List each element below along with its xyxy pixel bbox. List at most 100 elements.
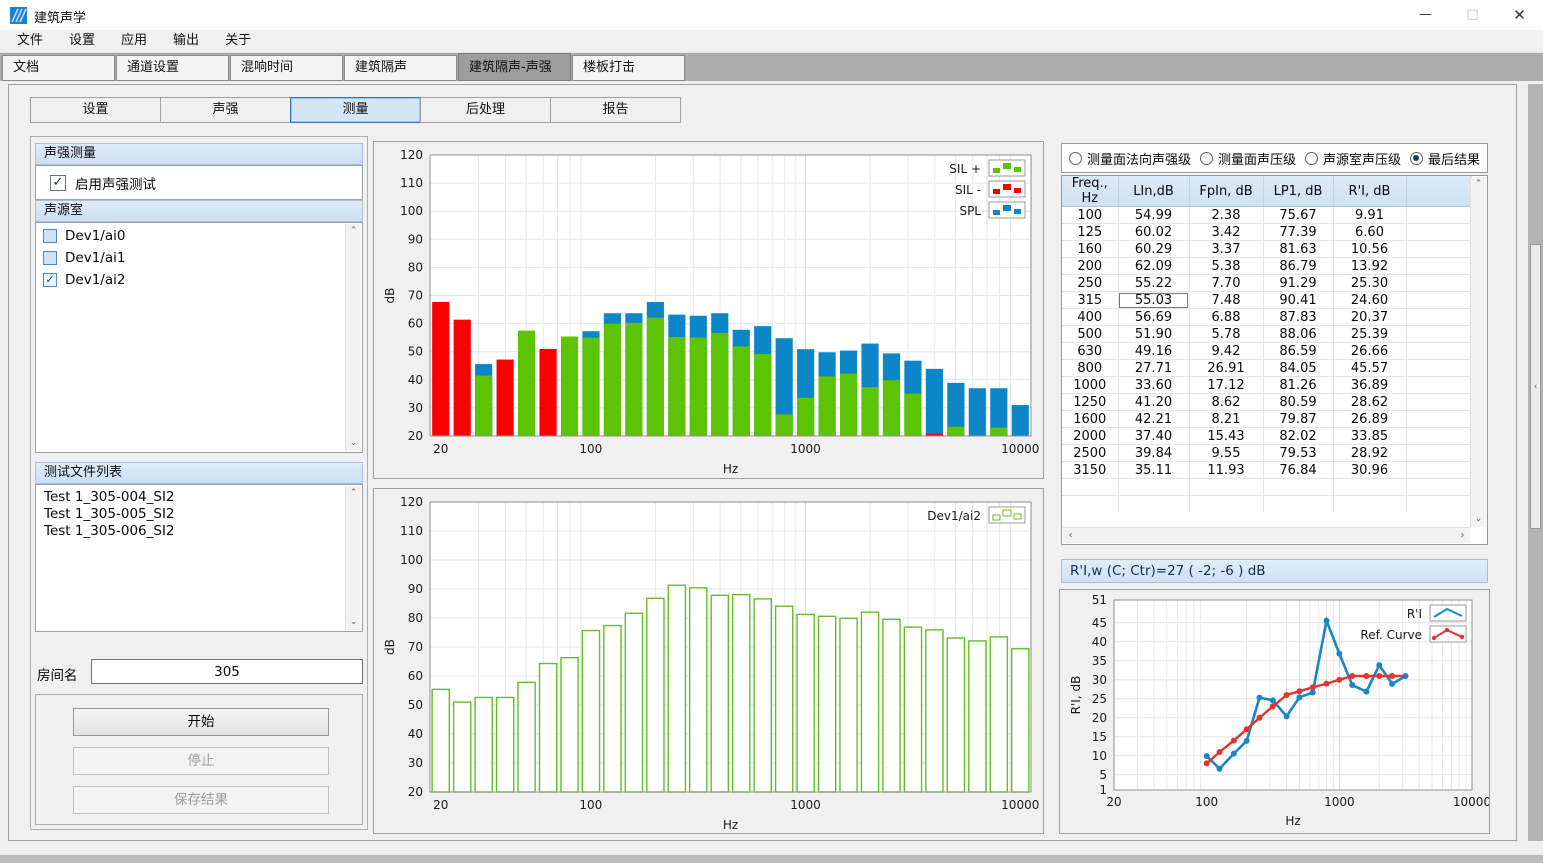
radio-icon[interactable] (1410, 152, 1423, 165)
table-cell[interactable]: 5.38 (1189, 258, 1263, 275)
table-cell[interactable]: 24.60 (1333, 292, 1406, 309)
table-cell[interactable] (1406, 360, 1471, 377)
table-cell[interactable]: 33.60 (1118, 377, 1189, 394)
scroll-up-icon[interactable]: ⌃ (1471, 177, 1486, 192)
table-cell[interactable]: 6.60 (1333, 224, 1406, 241)
table-cell[interactable]: 250 (1062, 275, 1118, 292)
table-cell[interactable]: 79.87 (1263, 411, 1333, 428)
table-row[interactable]: 200037.4015.4382.0233.85 (1062, 428, 1471, 445)
menu-item-4[interactable]: 关于 (212, 30, 264, 52)
close-button[interactable]: ✕ (1496, 0, 1543, 30)
main-tab-3[interactable]: 建筑隔声 (344, 55, 457, 81)
table-cell[interactable]: 77.39 (1263, 224, 1333, 241)
table-row[interactable]: 160042.218.2179.8726.89 (1062, 411, 1471, 428)
table-cell[interactable]: 87.83 (1263, 309, 1333, 326)
scroll-down-icon[interactable]: ⌄ (346, 436, 361, 451)
table-cell[interactable]: 26.66 (1333, 343, 1406, 360)
table-cell[interactable]: 79.53 (1263, 445, 1333, 462)
sub-tab-1[interactable]: 声强 (160, 97, 291, 123)
table-cell[interactable]: 315 (1062, 292, 1118, 309)
enable-intensity-row[interactable]: ✓ 启用声强测试 (35, 165, 363, 200)
table-horizontal-scrollbar[interactable]: ‹ › (1063, 527, 1470, 543)
scroll-up-icon[interactable]: ⌃ (346, 224, 361, 239)
table-cell[interactable]: 33.85 (1333, 428, 1406, 445)
test-file-list[interactable]: Test 1_305-004_SI2Test 1_305-005_SI2Test… (35, 484, 363, 632)
table-cell[interactable] (1406, 292, 1471, 309)
menu-item-0[interactable]: 文件 (4, 30, 56, 52)
table-cell[interactable] (1406, 326, 1471, 343)
scroll-down-icon[interactable]: ⌄ (1471, 512, 1486, 527)
file-list-scrollbar[interactable]: ⌃ ⌄ (345, 486, 361, 630)
table-cell[interactable]: 30.96 (1333, 462, 1406, 479)
table-cell[interactable] (1406, 275, 1471, 292)
table-cell[interactable] (1406, 377, 1471, 394)
table-cell[interactable]: 84.05 (1263, 360, 1333, 377)
table-cell[interactable]: 200 (1062, 258, 1118, 275)
table-cell[interactable]: 45.57 (1333, 360, 1406, 377)
table-cell[interactable]: 86.79 (1263, 258, 1333, 275)
channel-item-1[interactable]: Dev1/ai1 (43, 248, 362, 267)
table-cell[interactable]: 60.02 (1118, 224, 1189, 241)
table-cell[interactable]: 39.84 (1118, 445, 1189, 462)
channel-item-0[interactable]: Dev1/ai0 (43, 226, 362, 245)
radio-option-2[interactable]: 声源室声压级 (1305, 149, 1401, 168)
table-cell[interactable]: 25.30 (1333, 275, 1406, 292)
table-cell[interactable]: 90.41 (1263, 292, 1333, 309)
sub-tab-0[interactable]: 设置 (30, 97, 161, 123)
sub-tab-2[interactable]: 测量 (290, 97, 421, 123)
table-cell[interactable]: 51.90 (1118, 326, 1189, 343)
table-cell[interactable]: 54.99 (1118, 207, 1189, 224)
save-results-button[interactable]: 保存结果 (73, 786, 329, 814)
table-cell[interactable]: 76.84 (1263, 462, 1333, 479)
table-cell[interactable] (1406, 445, 1471, 462)
table-cell[interactable] (1406, 411, 1471, 428)
table-cell[interactable]: 88.06 (1263, 326, 1333, 343)
table-cell[interactable]: 60.29 (1118, 241, 1189, 258)
table-row[interactable]: 315035.1111.9376.8430.96 (1062, 462, 1471, 479)
table-cell[interactable]: 10.56 (1333, 241, 1406, 258)
table-cell[interactable]: 630 (1062, 343, 1118, 360)
table-cell[interactable]: 25.39 (1333, 326, 1406, 343)
table-cell[interactable]: 26.91 (1189, 360, 1263, 377)
scroll-down-icon[interactable]: ⌄ (346, 615, 361, 630)
table-cell[interactable]: 27.71 (1118, 360, 1189, 377)
sub-tab-4[interactable]: 报告 (550, 97, 681, 123)
table-cell[interactable]: 3150 (1062, 462, 1118, 479)
table-cell[interactable]: 91.29 (1263, 275, 1333, 292)
table-cell[interactable]: 3.42 (1189, 224, 1263, 241)
source-room-channel-list[interactable]: Dev1/ai0 Dev1/ai1 ✓ Dev1/ai2 ⌃ ⌄ (35, 222, 363, 453)
table-cell[interactable]: 8.21 (1189, 411, 1263, 428)
table-cell[interactable]: 2000 (1062, 428, 1118, 445)
table-cell[interactable]: 400 (1062, 309, 1118, 326)
table-cell[interactable]: 3.37 (1189, 241, 1263, 258)
table-cell[interactable]: 7.70 (1189, 275, 1263, 292)
table-cell[interactable]: 49.16 (1118, 343, 1189, 360)
table-cell[interactable]: 9.42 (1189, 343, 1263, 360)
table-cell[interactable]: 82.02 (1263, 428, 1333, 445)
table-cell[interactable]: 6.88 (1189, 309, 1263, 326)
table-cell[interactable]: 9.91 (1333, 207, 1406, 224)
table-cell[interactable]: 26.89 (1333, 411, 1406, 428)
table-row[interactable]: 12560.023.4277.396.60 (1062, 224, 1471, 241)
channel-item-2[interactable]: ✓ Dev1/ai2 (43, 270, 362, 289)
channel-checkbox[interactable] (43, 229, 57, 243)
channel-checkbox[interactable]: ✓ (43, 273, 57, 287)
table-row[interactable]: 250039.849.5579.5328.92 (1062, 445, 1471, 462)
table-cell[interactable]: 36.89 (1333, 377, 1406, 394)
room-name-input[interactable] (91, 659, 363, 684)
table-cell[interactable]: 1250 (1062, 394, 1118, 411)
start-button[interactable]: 开始 (73, 708, 329, 736)
table-cell[interactable]: 81.63 (1263, 241, 1333, 258)
table-row[interactable]: 80027.7126.9184.0545.57 (1062, 360, 1471, 377)
table-cell[interactable]: 15.43 (1189, 428, 1263, 445)
menu-item-1[interactable]: 设置 (56, 30, 108, 52)
table-cell[interactable]: 80.59 (1263, 394, 1333, 411)
scroll-right-icon[interactable]: › (1455, 528, 1470, 543)
table-cell[interactable]: 11.93 (1189, 462, 1263, 479)
results-table[interactable]: Freq., HzLIn,dBFpIn, dBLP1, dBR'I, dB100… (1062, 176, 1472, 512)
enable-intensity-checkbox[interactable]: ✓ (50, 175, 66, 191)
table-cell[interactable]: 160 (1062, 241, 1118, 258)
table-cell[interactable]: 7.48 (1189, 292, 1263, 309)
table-row[interactable]: 40056.696.8887.8320.37 (1062, 309, 1471, 326)
table-cell[interactable] (1406, 224, 1471, 241)
